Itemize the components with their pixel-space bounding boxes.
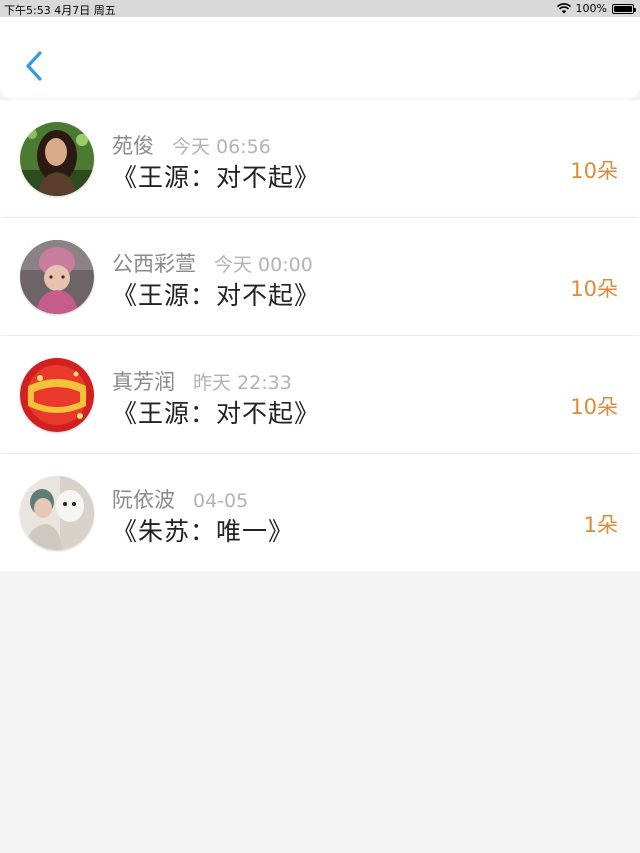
list-item[interactable]: 苑俊 今天 06:56 《王源：对不起》 10朵 [0, 100, 640, 218]
nav-bar [0, 17, 640, 100]
avatar[interactable] [20, 358, 94, 432]
gift-time: 04-05 [193, 490, 249, 512]
back-button[interactable] [18, 45, 52, 89]
song-title: 《王源：对不起》 [112, 281, 321, 310]
status-bar: 下午5:53 4月7日 周五 100% [0, 0, 640, 17]
status-indicators: 100% [556, 2, 636, 15]
sender-line: 阮依波 04-05 [112, 484, 249, 512]
flower-count: 10朵 [570, 277, 618, 301]
gift-time: 今天 00:00 [214, 254, 313, 276]
list-item[interactable]: 公西彩萱 今天 00:00 《王源：对不起》 10朵 [0, 218, 640, 336]
battery-icon [612, 3, 636, 14]
gift-time: 昨天 22:33 [193, 372, 292, 394]
song-title: 《朱苏：唯一》 [112, 517, 295, 546]
sender-name: 公西彩萱 [112, 252, 196, 276]
sender-line: 苑俊 今天 06:56 [112, 130, 271, 158]
chevron-left-icon [26, 51, 42, 81]
sender-name: 苑俊 [112, 134, 154, 158]
flower-count: 1朵 [583, 513, 618, 537]
list-item[interactable]: 阮依波 04-05 《朱苏：唯一》 1朵 [0, 454, 640, 572]
wifi-icon [556, 3, 571, 14]
song-title: 《王源：对不起》 [112, 399, 321, 428]
battery-level [614, 5, 632, 12]
sender-name: 真芳润 [112, 370, 175, 394]
flower-count: 10朵 [570, 159, 618, 183]
sender-name: 阮依波 [112, 488, 175, 512]
flower-count: 10朵 [570, 395, 618, 419]
avatar[interactable] [20, 476, 94, 550]
gift-list: 苑俊 今天 06:56 《王源：对不起》 10朵 公西彩萱 今天 00:00 《… [0, 100, 640, 572]
avatar[interactable] [20, 240, 94, 314]
list-item[interactable]: 真芳润 昨天 22:33 《王源：对不起》 10朵 [0, 336, 640, 454]
sender-line: 公西彩萱 今天 00:00 [112, 248, 313, 276]
sender-line: 真芳润 昨天 22:33 [112, 366, 292, 394]
song-title: 《王源：对不起》 [112, 163, 321, 192]
battery-percent: 100% [575, 2, 607, 15]
avatar[interactable] [20, 122, 94, 196]
gift-time: 今天 06:56 [172, 136, 271, 158]
status-time-date: 下午5:53 4月7日 周五 [4, 4, 116, 17]
